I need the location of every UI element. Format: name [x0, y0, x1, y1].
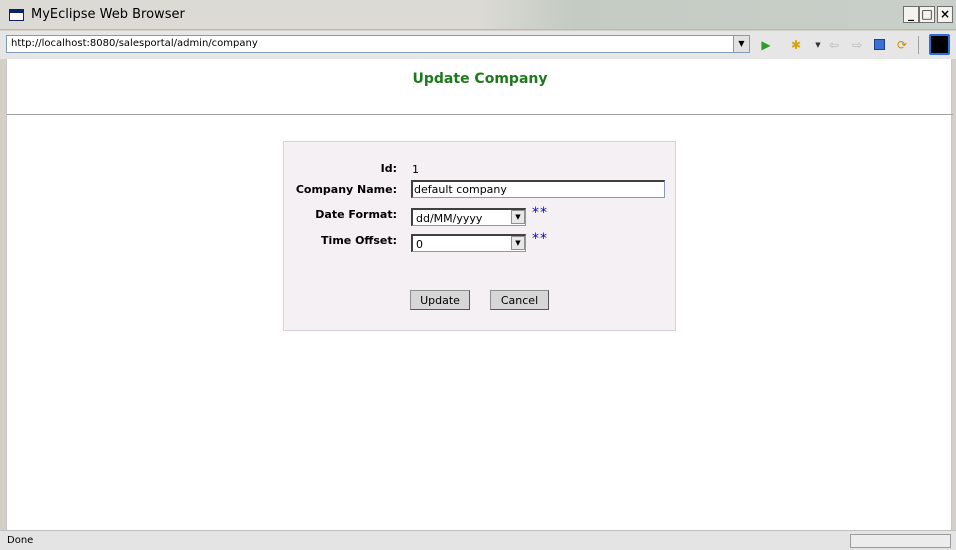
bookmark-dropdown-icon[interactable]: ▼ — [811, 38, 825, 52]
view-icon[interactable] — [929, 34, 950, 55]
stop-icon[interactable] — [872, 38, 886, 52]
divider — [7, 114, 953, 115]
time-offset-value: 0 — [416, 238, 423, 251]
status-bar: Done — [0, 530, 956, 550]
required-marker: ** — [532, 231, 548, 247]
chevron-down-icon: ▼ — [511, 236, 525, 250]
status-text: Done — [7, 535, 34, 546]
forward-icon[interactable]: ⇨ — [850, 38, 864, 52]
cancel-button[interactable]: Cancel — [490, 290, 549, 310]
id-label: Id: — [380, 162, 397, 175]
browser-window-icon — [9, 9, 24, 21]
date-format-label: Date Format: — [315, 208, 397, 221]
page-title: Update Company — [412, 71, 548, 87]
url-field[interactable]: http://localhost:8080/salesportal/admin/… — [6, 35, 750, 53]
window-title: MyEclipse Web Browser — [31, 7, 185, 22]
chevron-down-icon: ▼ — [511, 210, 525, 224]
refresh-icon[interactable]: ⟳ — [895, 38, 909, 52]
maximize-button[interactable]: □ — [919, 6, 935, 23]
update-company-form: Id: 1 Company Name: Date Format: dd/MM/y… — [283, 141, 676, 331]
chevron-down-icon: ▼ — [738, 39, 745, 48]
id-value: 1 — [412, 163, 419, 176]
required-marker: ** — [532, 205, 548, 221]
toolbar-separator — [918, 36, 919, 54]
window-titlebar[interactable]: MyEclipse Web Browser _ □ × — [0, 0, 956, 30]
close-button[interactable]: × — [937, 6, 953, 23]
browser-content: Update Company Id: 1 Company Name: Date … — [6, 59, 953, 530]
url-text: http://localhost:8080/salesportal/admin/… — [11, 38, 258, 49]
go-icon[interactable]: ▶ — [759, 38, 773, 52]
time-offset-label: Time Offset: — [321, 234, 397, 247]
company-name-label: Company Name: — [295, 183, 397, 196]
minimize-button[interactable]: _ — [903, 6, 919, 23]
time-offset-select[interactable]: 0 ▼ — [411, 234, 526, 252]
back-icon[interactable]: ⇦ — [827, 38, 841, 52]
progress-bar — [850, 534, 951, 548]
url-history-dropdown[interactable]: ▼ — [733, 36, 749, 52]
update-button[interactable]: Update — [410, 290, 470, 310]
address-toolbar: http://localhost:8080/salesportal/admin/… — [0, 31, 956, 59]
bookmark-icon[interactable]: ✱ — [789, 38, 803, 52]
date-format-value: dd/MM/yyyy — [416, 212, 483, 225]
company-name-input[interactable] — [411, 180, 665, 198]
date-format-select[interactable]: dd/MM/yyyy ▼ — [411, 208, 526, 226]
